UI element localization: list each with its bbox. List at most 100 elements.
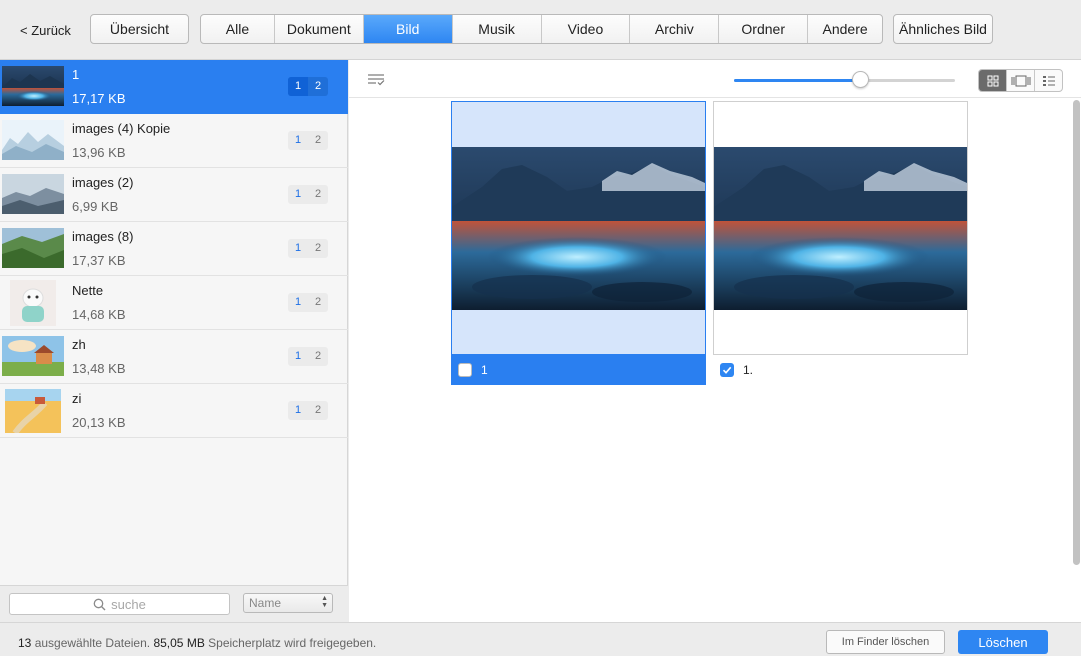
image-card[interactable] [451, 101, 706, 355]
file-size: 6,99 KB [72, 199, 119, 214]
similar-image-button[interactable]: Ähnliches Bild [893, 14, 993, 44]
file-name: images (4) Kopie [72, 121, 171, 136]
grid-view-icon [987, 75, 998, 86]
tab-video[interactable]: Video [542, 15, 631, 43]
category-segmented-control: Alle Dokument Bild Musik Video Archiv Or… [200, 14, 883, 44]
duplicate-count-badge: 1 2 [288, 185, 328, 204]
file-row[interactable]: images (4) Kopie 13,96 KB 1 2 [0, 114, 348, 168]
badge-first: 1 [294, 404, 302, 416]
list-view-button[interactable] [1035, 70, 1062, 91]
search-input[interactable]: suche [9, 593, 230, 615]
tab-archiv[interactable]: Archiv [630, 15, 720, 43]
duplicate-count-badge: 1 2 [288, 401, 328, 420]
sort-select[interactable]: Name ▲ ▼ [243, 593, 333, 613]
checkmark-icon [722, 366, 732, 374]
badge-first: 1 [294, 188, 302, 200]
top-toolbar: < Zurück Übersicht Alle Dokument Bild Mu… [0, 0, 1081, 60]
tab-dokument[interactable]: Dokument [275, 15, 364, 43]
file-name: Nette [72, 283, 104, 298]
search-placeholder: suche [111, 596, 146, 612]
badge-second: 2 [314, 80, 322, 92]
badge-first: 1 [294, 350, 302, 362]
file-thumbnail [2, 228, 64, 268]
badge-second: 2 [314, 134, 322, 146]
image-preview [714, 147, 967, 310]
image-preview [452, 147, 705, 310]
file-row[interactable]: Nette 14,68 KB 1 2 [0, 276, 348, 330]
duplicate-count-badge: 1 2 [288, 77, 328, 96]
selected-count-text: ausgewählte Dateien. [31, 636, 154, 650]
filmstrip-view-button[interactable] [1007, 70, 1035, 91]
tab-andere[interactable]: Andere [808, 15, 882, 43]
duplicate-count-badge: 1 2 [288, 239, 328, 258]
file-size: 20,13 KB [72, 415, 126, 430]
file-thumbnail [10, 280, 56, 326]
delete-button[interactable]: Löschen [958, 630, 1048, 654]
file-name: images (8) [72, 229, 134, 244]
file-list-sidebar: 1 17,17 KB 1 2 images (4) Kopie 13,96 KB… [0, 60, 348, 622]
image-caption: 1 [451, 355, 706, 385]
freed-size: 85,05 MB [153, 636, 205, 650]
selected-count: 13 [18, 636, 32, 650]
select-checkbox[interactable] [720, 363, 734, 377]
file-thumbnail [5, 389, 61, 433]
duplicate-count-badge: 1 2 [288, 347, 328, 366]
preview-toolbar [349, 60, 1081, 98]
file-row[interactable]: zh 13,48 KB 1 2 [0, 330, 348, 384]
duplicate-count-badge: 1 2 [288, 293, 328, 312]
badge-first: 1 [288, 77, 308, 96]
badge-first: 1 [294, 242, 302, 254]
tab-ordner[interactable]: Ordner [719, 15, 809, 43]
file-size: 17,37 KB [72, 253, 126, 268]
file-size: 13,96 KB [72, 145, 126, 160]
image-caption: 1. [713, 355, 968, 385]
file-row[interactable]: 1 17,17 KB 1 2 [0, 60, 348, 114]
file-name: zh [72, 337, 86, 352]
file-row[interactable]: zi 20,13 KB 1 2 [0, 384, 348, 438]
file-name: zi [72, 391, 82, 406]
tab-musik[interactable]: Musik [453, 15, 542, 43]
status-summary: 13 ausgewählte Dateien. 85,05 MB Speiche… [18, 636, 376, 650]
select-checkbox[interactable] [458, 363, 472, 377]
select-arrows-icon: ▲ ▼ [321, 595, 328, 609]
file-size: 13,48 KB [72, 361, 126, 376]
search-icon [93, 598, 106, 610]
image-label: 1. [743, 363, 754, 377]
view-mode-control [978, 69, 1063, 92]
filmstrip-view-icon [1011, 75, 1030, 86]
sort-options-icon[interactable] [368, 74, 386, 86]
badge-second: 2 [314, 296, 322, 308]
badge-first: 1 [294, 296, 302, 308]
zoom-slider[interactable] [734, 71, 955, 88]
duplicate-count-badge: 1 2 [288, 131, 328, 150]
preview-area: 1 1. [349, 60, 1081, 622]
freed-size-text: Speicherplatz wird freigegeben. [204, 636, 377, 650]
file-name: images (2) [72, 175, 134, 190]
sort-value: Name [249, 596, 282, 610]
tab-alle[interactable]: Alle [201, 15, 275, 43]
zoom-slider-knob[interactable] [851, 71, 869, 88]
badge-second: 2 [314, 188, 322, 200]
file-row[interactable]: images (8) 17,37 KB 1 2 [0, 222, 348, 276]
zoom-slider-fill [734, 79, 860, 82]
tab-bild[interactable]: Bild [363, 15, 453, 43]
file-thumbnail [2, 120, 64, 160]
badge-first: 1 [294, 134, 302, 146]
badge-second: 2 [314, 404, 322, 416]
vertical-scrollbar[interactable] [1073, 100, 1080, 565]
file-thumbnail [2, 174, 64, 214]
grid-view-button[interactable] [979, 70, 1007, 91]
image-label: 1 [481, 363, 488, 377]
file-row[interactable]: images (2) 6,99 KB 1 2 [0, 168, 348, 222]
file-name: 1 [72, 67, 80, 82]
image-card[interactable] [713, 101, 968, 355]
badge-second: 2 [314, 350, 322, 362]
delete-in-finder-button[interactable]: Im Finder löschen [826, 630, 945, 654]
back-button[interactable]: < Zurück [20, 23, 71, 38]
sidebar-footer: suche Name ▲ ▼ [0, 585, 348, 622]
file-size: 17,17 KB [72, 91, 126, 106]
overview-button[interactable]: Übersicht [90, 14, 189, 44]
list-view-icon [1042, 75, 1055, 86]
file-thumbnail [2, 66, 64, 106]
badge-second: 2 [314, 242, 322, 254]
